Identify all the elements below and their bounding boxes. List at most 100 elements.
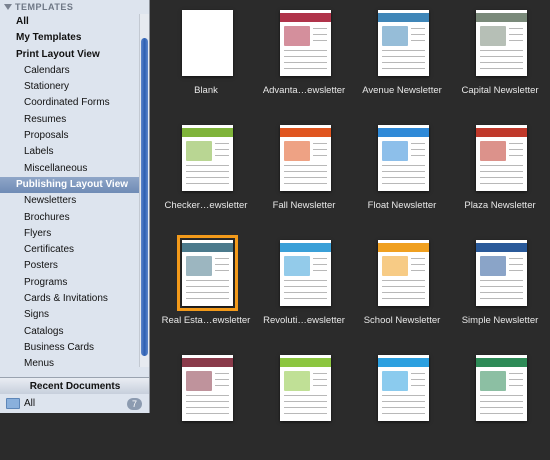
disclosure-triangle-icon[interactable] xyxy=(4,4,12,10)
sidebar-item-certificates[interactable]: Certificates xyxy=(0,242,149,258)
thumbnail-text-line xyxy=(382,50,425,51)
template-tile[interactable] xyxy=(452,345,548,460)
thumbnail-photo xyxy=(284,256,310,276)
thumbnail-text-line xyxy=(480,183,523,184)
template-category-list: All My Templates Print Layout View Calendar… xyxy=(0,14,149,373)
template-tile[interactable]: Fall Newsletter xyxy=(256,115,352,230)
thumbnail-photo xyxy=(382,371,408,391)
template-tile[interactable] xyxy=(354,345,450,460)
sidebar-item-miscellaneous[interactable]: Miscellaneous xyxy=(0,161,149,177)
thumbnail-text-line xyxy=(480,292,523,293)
template-tile[interactable]: Float Newsletter xyxy=(354,115,450,230)
template-thumbnail[interactable] xyxy=(182,125,233,191)
template-tile[interactable]: Revoluti…ewsletter xyxy=(256,230,352,345)
thumbnail-text-line xyxy=(382,165,425,166)
thumbnail-masthead xyxy=(280,128,331,137)
folder-icon xyxy=(6,398,20,409)
recent-count-badge: 7 xyxy=(126,397,142,410)
template-tile[interactable]: Simple Newsletter xyxy=(452,230,548,345)
templates-header[interactable]: TEMPLATES xyxy=(0,0,149,14)
sidebar-item-business-cards[interactable]: Business Cards xyxy=(0,340,149,356)
sidebar-item-flyers[interactable]: Flyers xyxy=(0,226,149,242)
template-tile[interactable]: Advanta…ewsletter xyxy=(256,0,352,115)
thumbnail-text-line xyxy=(480,50,523,51)
template-thumbnail[interactable] xyxy=(280,125,331,191)
recent-documents-all[interactable]: All 7 xyxy=(0,394,149,413)
thumbnail-text-line xyxy=(313,40,327,41)
template-thumbnail[interactable] xyxy=(476,10,527,76)
thumbnail-text-line xyxy=(480,171,523,172)
template-thumbnail[interactable] xyxy=(378,355,429,421)
sidebar-item-labels[interactable]: Labels xyxy=(0,144,149,160)
template-thumbnail[interactable] xyxy=(476,125,527,191)
template-thumbnail[interactable] xyxy=(177,235,238,311)
thumbnail-text-line xyxy=(411,40,425,41)
sidebar-item-brochures[interactable]: Brochures xyxy=(0,210,149,226)
template-tile[interactable]: Avenue Newsletter xyxy=(354,0,450,115)
template-tile[interactable]: Capital Newsletter xyxy=(452,0,548,115)
template-tile[interactable]: Blank xyxy=(158,0,254,115)
template-tile[interactable] xyxy=(256,345,352,460)
sidebar-item-posters[interactable]: Posters xyxy=(0,258,149,274)
sidebar-item-programs[interactable]: Programs xyxy=(0,275,149,291)
thumbnail-text-line xyxy=(509,373,523,374)
thumbnail-photo xyxy=(382,26,408,46)
thumbnail-text-line xyxy=(186,177,229,178)
sidebar-item-stationery[interactable]: Stationery xyxy=(0,79,149,95)
thumbnail-text-line xyxy=(411,143,425,144)
thumbnail-masthead xyxy=(378,13,429,22)
thumbnail-masthead xyxy=(476,13,527,22)
thumbnail-text-line xyxy=(215,155,229,156)
thumbnail-text-line xyxy=(313,155,327,156)
sidebar-item-proposals[interactable]: Proposals xyxy=(0,128,149,144)
template-tile[interactable]: Real Esta…ewsletter xyxy=(158,230,254,345)
template-tile[interactable]: School Newsletter xyxy=(354,230,450,345)
template-thumbnail[interactable] xyxy=(280,10,331,76)
template-tile[interactable]: Checker…ewsletter xyxy=(158,115,254,230)
thumbnail-text-line xyxy=(382,413,425,414)
template-tile[interactable]: Plaza Newsletter xyxy=(452,115,548,230)
thumbnail-text-line xyxy=(509,143,523,144)
thumbnail-text-line xyxy=(480,280,523,281)
template-thumbnail[interactable] xyxy=(378,240,429,306)
recent-all-label: All xyxy=(24,398,36,409)
thumbnail-text-line xyxy=(215,258,229,259)
template-thumbnail[interactable] xyxy=(280,355,331,421)
template-tile[interactable] xyxy=(158,345,254,460)
sidebar-scrollbar[interactable] xyxy=(139,14,149,367)
scrollbar-thumb[interactable] xyxy=(141,38,148,356)
template-thumbnail[interactable] xyxy=(378,125,429,191)
thumbnail-text-line xyxy=(186,171,229,172)
sidebar-item-print-layout-view[interactable]: Print Layout View xyxy=(0,47,149,63)
template-thumbnail[interactable] xyxy=(476,355,527,421)
sidebar-item-newsletters[interactable]: Newsletters xyxy=(0,193,149,209)
thumbnail-text-line xyxy=(411,385,425,386)
template-thumbnail[interactable] xyxy=(378,10,429,76)
sidebar-item-coordinated-forms[interactable]: Coordinated Forms xyxy=(0,95,149,111)
template-name: School Newsletter xyxy=(363,315,441,326)
sidebar-item-my-templates[interactable]: My Templates xyxy=(0,30,149,46)
sidebar-item-calendars[interactable]: Calendars xyxy=(0,63,149,79)
sidebar-item-resumes[interactable]: Resumes xyxy=(0,112,149,128)
sidebar-item-all[interactable]: All xyxy=(0,14,149,30)
thumbnail-text-line xyxy=(411,258,425,259)
sidebar-item-publishing-layout-view[interactable]: Publishing Layout View xyxy=(0,176,149,194)
sidebar-item-signs[interactable]: Signs xyxy=(0,307,149,323)
sidebar-item-menus[interactable]: Menus xyxy=(0,356,149,372)
sidebar-item-catalogs[interactable]: Catalogs xyxy=(0,324,149,340)
template-thumbnail[interactable] xyxy=(182,355,233,421)
template-thumbnail[interactable] xyxy=(182,10,233,76)
thumbnail-text-line xyxy=(480,298,523,299)
sidebar-item-cards-invitations[interactable]: Cards & Invitations xyxy=(0,291,149,307)
thumbnail-text-line xyxy=(186,280,229,281)
thumbnail-masthead xyxy=(280,243,331,252)
template-name: Blank xyxy=(194,85,218,96)
thumbnail-text-line xyxy=(186,292,229,293)
thumbnail-text-line xyxy=(480,177,523,178)
thumbnail-text-line xyxy=(186,413,229,414)
thumbnail-text-line xyxy=(382,401,425,402)
template-name: Real Esta…ewsletter xyxy=(161,315,251,326)
thumbnail-text-line xyxy=(313,264,327,265)
template-thumbnail[interactable] xyxy=(280,240,331,306)
template-thumbnail[interactable] xyxy=(476,240,527,306)
